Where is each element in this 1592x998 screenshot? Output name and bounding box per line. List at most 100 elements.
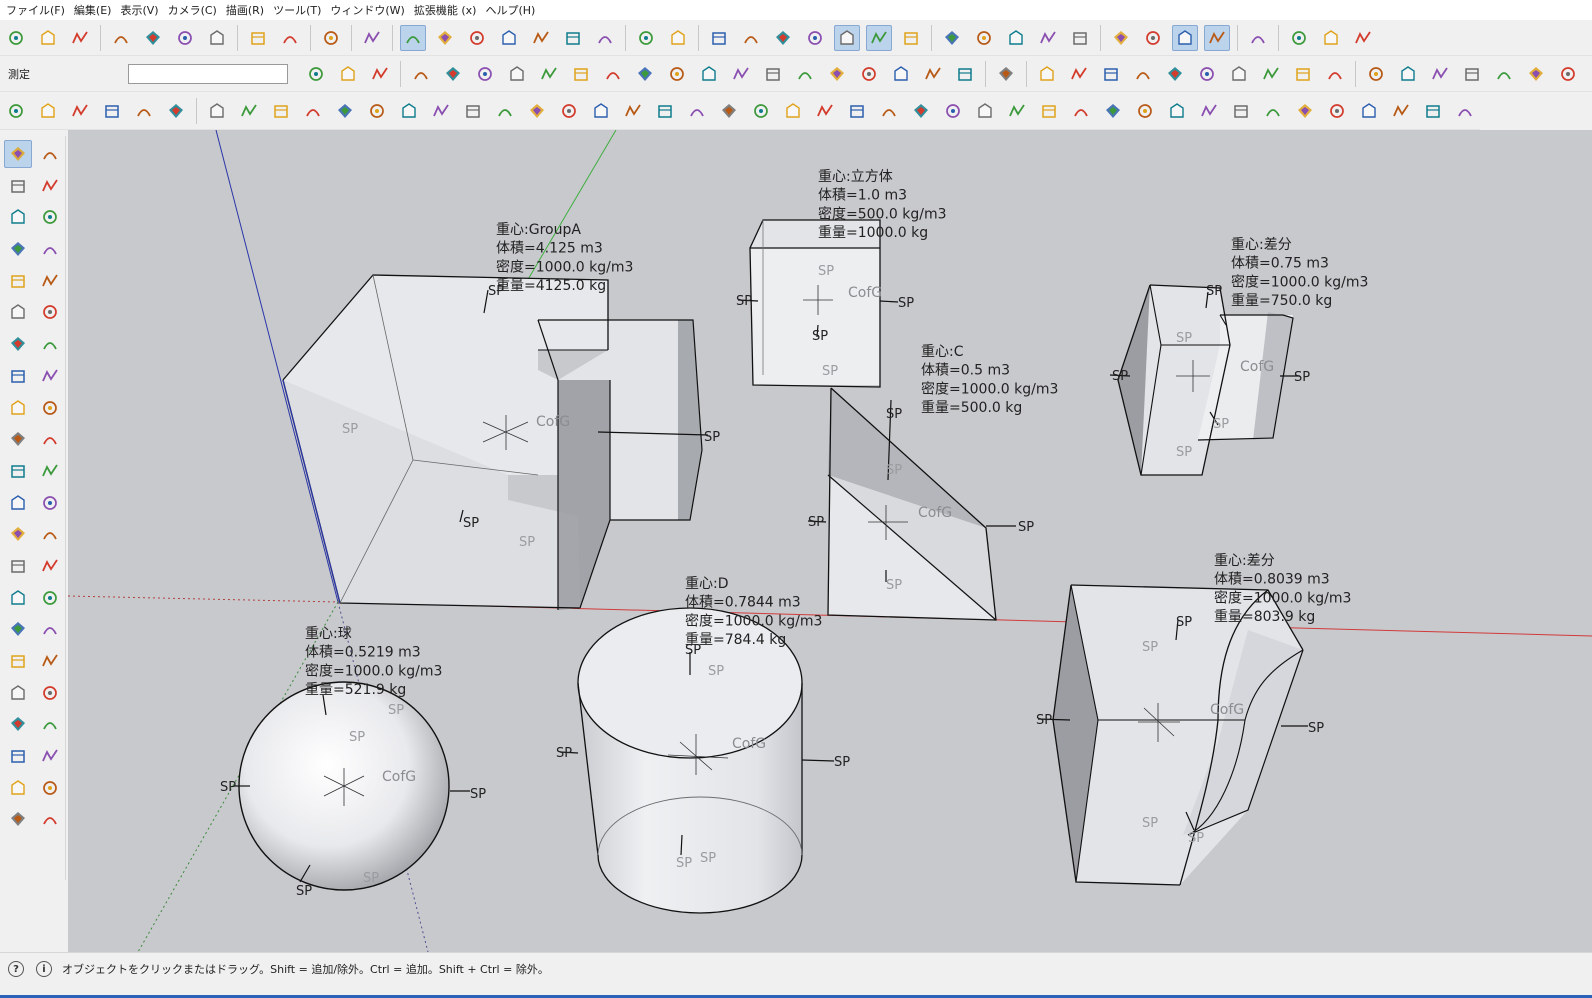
tb1-redo-button[interactable]: [277, 25, 303, 51]
tb3-plus-green-button[interactable]: [588, 98, 614, 124]
tb2-arc-pie-button[interactable]: [728, 61, 754, 87]
tb1-paste-button[interactable]: [172, 25, 198, 51]
tb3-boxes-grid-button[interactable]: [1132, 98, 1158, 124]
tb3-box-dark-button[interactable]: [1196, 98, 1222, 124]
tb3-loop-3-button[interactable]: [844, 98, 870, 124]
tool-tag-button[interactable]: [36, 203, 64, 231]
scene-canvas[interactable]: 重心:GroupA体積=4.125 m3密度=1000.0 kg/m3重量=41…: [68, 130, 1592, 952]
tb2-surface-5-button[interactable]: [1162, 61, 1188, 87]
tb3-dots-red-button[interactable]: [492, 98, 518, 124]
tool-arc-2pt-button[interactable]: [36, 330, 64, 358]
tb3-layer-green-button[interactable]: [99, 98, 125, 124]
tool-rotated-rect-button[interactable]: [36, 267, 64, 295]
tool-zoom-previous-button[interactable]: [36, 679, 64, 707]
tb2-surface-6-button[interactable]: [1194, 61, 1220, 87]
tb3-layer-red2-button[interactable]: [131, 98, 157, 124]
tool-select-button[interactable]: [4, 140, 32, 168]
tool-scale-button[interactable]: [4, 457, 32, 485]
measurements-input[interactable]: [128, 63, 288, 84]
tb1-back-view-button[interactable]: [528, 25, 554, 51]
menu-item-6[interactable]: ウィンドウ(W): [330, 2, 413, 18]
tool-look-around-button[interactable]: [4, 742, 32, 770]
tb1-xray-button[interactable]: [706, 25, 732, 51]
tb3-block-brown-button[interactable]: [396, 98, 422, 124]
tool-dimension-button[interactable]: [36, 520, 64, 548]
tool-position-camera-button[interactable]: [4, 710, 32, 738]
tool-rectangle-button[interactable]: [4, 267, 32, 295]
tb3-pipe-button[interactable]: [428, 98, 454, 124]
tool-walk-button[interactable]: [36, 710, 64, 738]
tool-move-button[interactable]: [4, 394, 32, 422]
tool-axes-button[interactable]: [4, 584, 32, 612]
cube[interactable]: [737, 219, 899, 388]
tb1-bottom-view-button[interactable]: [592, 25, 618, 51]
tb1-open-button[interactable]: [35, 25, 61, 51]
tb3-drop-button[interactable]: [716, 98, 742, 124]
tb2-surface-3-button[interactable]: [1098, 61, 1124, 87]
tb3-x-blue-button[interactable]: [620, 98, 646, 124]
tb2-curve-button[interactable]: [504, 61, 530, 87]
tool-follow-me-button[interactable]: [36, 425, 64, 453]
tb2-outliner-button[interactable]: [367, 61, 393, 87]
tb1-shaded-button[interactable]: [834, 24, 860, 51]
tb3-cone-blue-button[interactable]: [684, 98, 710, 124]
menu-item-2[interactable]: 表示(V): [120, 2, 167, 18]
tb3-undo-red-button[interactable]: [940, 98, 966, 124]
tb3-box-teal-button[interactable]: [1164, 98, 1190, 124]
tool-zoom-extents-button[interactable]: [4, 679, 32, 707]
tb2-surface-8-button[interactable]: [1258, 61, 1284, 87]
tool-explode-button[interactable]: [4, 489, 32, 517]
tb1-back-edges-button[interactable]: [738, 25, 764, 51]
tool-mirror-button[interactable]: [36, 489, 64, 517]
tb3-loop-1-button[interactable]: [780, 98, 806, 124]
tool-freehand-button[interactable]: [36, 235, 64, 263]
tb2-triangle-button[interactable]: [952, 61, 978, 87]
tb2-arc-tool-button[interactable]: [536, 61, 562, 87]
sphere[interactable]: [234, 681, 470, 891]
tb1-new-file-button[interactable]: [3, 25, 29, 51]
tb1-fog-button[interactable]: [1318, 25, 1344, 51]
tb3-gem-button[interactable]: [1100, 98, 1126, 124]
tb3-curl-1-button[interactable]: [204, 98, 230, 124]
tool-pencil-button[interactable]: [4, 235, 32, 263]
tb1-wireframe-button[interactable]: [770, 25, 796, 51]
tb1-iso-view-button[interactable]: [400, 24, 426, 51]
tb2-surface-2-button[interactable]: [1066, 61, 1092, 87]
tb1-undo-button[interactable]: [245, 25, 271, 51]
menu-item-4[interactable]: 描画(R): [226, 2, 273, 18]
menu-item-1[interactable]: 編集(E): [74, 2, 121, 18]
menu-item-8[interactable]: ヘルプ(H): [485, 2, 544, 18]
tb3-dots-blue-button[interactable]: [524, 98, 550, 124]
tool-polygon-button[interactable]: [36, 298, 64, 326]
tb1-section-cut-button[interactable]: [1172, 24, 1198, 51]
tb3-curl-3-button[interactable]: [268, 98, 294, 124]
tb3-grid-red-button[interactable]: [332, 98, 358, 124]
tb3-grid-orange2-button[interactable]: [1324, 98, 1350, 124]
tb2-cone-button[interactable]: [1523, 61, 1549, 87]
tb1-paint-button[interactable]: [665, 25, 691, 51]
tb2-film-button[interactable]: [1427, 61, 1453, 87]
model-viewport[interactable]: 重心:GroupA 体積=4.125 m3 密度=1000.0 kg/m3 重量=41…: [68, 130, 1592, 952]
triangular-prism[interactable]: [807, 387, 1016, 621]
tb2-arch-button[interactable]: [993, 61, 1019, 87]
tb2-wrench-button[interactable]: [888, 61, 914, 87]
tb1-shaded-texture-button[interactable]: [866, 24, 892, 51]
tb2-panel-yellow-button[interactable]: [1395, 61, 1421, 87]
tb1-section-plane-button[interactable]: [1108, 25, 1134, 51]
menu-item-3[interactable]: カメラ(C): [168, 2, 226, 18]
tb1-hidden-line-button[interactable]: [802, 25, 828, 51]
tb2-arc-2pt-button[interactable]: [568, 61, 594, 87]
tb1-star-button[interactable]: [1350, 25, 1376, 51]
tool-zoom-window-button[interactable]: [36, 647, 64, 675]
tb1-left-view-button[interactable]: [560, 25, 586, 51]
tb3-layer-blue-button[interactable]: [35, 98, 61, 124]
tb3-curl-2-button[interactable]: [236, 98, 262, 124]
tool-arc-button[interactable]: [4, 330, 32, 358]
tb3-grid-orange-button[interactable]: [1292, 98, 1318, 124]
tool-paint-bucket-button[interactable]: [4, 172, 32, 200]
tool-zoom-button[interactable]: [4, 647, 32, 675]
tb2-freehand-button[interactable]: [472, 61, 498, 87]
tb1-copy-button[interactable]: [140, 25, 166, 51]
tb2-polyline-button[interactable]: [440, 61, 466, 87]
tb2-circle-ellipse-button[interactable]: [920, 61, 946, 87]
